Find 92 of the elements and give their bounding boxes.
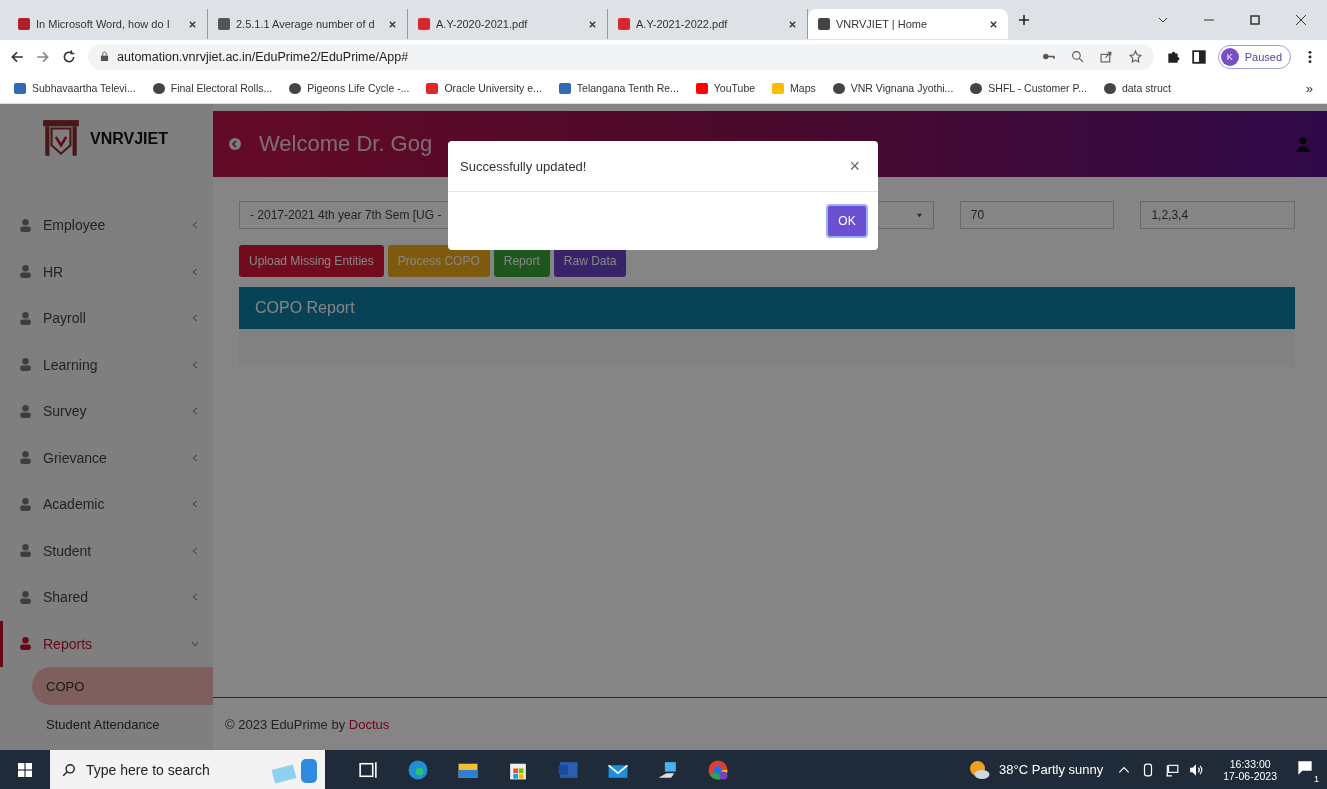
- weather-icon: [967, 758, 992, 781]
- menu-item-icon: [18, 403, 33, 419]
- menu-item-icon: [18, 636, 33, 652]
- speaker-icon[interactable]: [1189, 762, 1204, 777]
- bookmark-favicon-icon: [1103, 82, 1116, 94]
- sidebar-item[interactable]: Employee: [0, 202, 213, 249]
- windows-start-icon[interactable]: [18, 762, 32, 777]
- bookmark-favicon-icon: [832, 82, 845, 94]
- notification-icon: [1297, 759, 1313, 776]
- tab-favicon-icon: [418, 18, 430, 30]
- bookmark-favicon-icon: [426, 82, 439, 94]
- bookmark[interactable]: Maps: [772, 82, 816, 94]
- network-icon[interactable]: [1165, 762, 1180, 777]
- profile-avatar: K: [1220, 47, 1239, 66]
- sidebar-item[interactable]: HR: [0, 248, 213, 295]
- dialog-message: Successfully updated!: [460, 158, 587, 174]
- new-tab-icon[interactable]: [1018, 14, 1030, 26]
- tab-favicon-icon: [218, 18, 230, 30]
- bookmark[interactable]: Pigeons Life Cycle -...: [289, 82, 410, 94]
- puzzle-icon[interactable]: [1165, 49, 1180, 64]
- share-icon[interactable]: [1099, 50, 1113, 63]
- menu-item-icon: [18, 357, 33, 373]
- bookmark-favicon-icon: [152, 82, 165, 94]
- close-button[interactable]: ×: [843, 154, 866, 178]
- bookmark-favicon-icon: [289, 82, 302, 94]
- tab-favicon-icon: [618, 18, 630, 30]
- close-icon[interactable]: [989, 19, 998, 29]
- welcome-title: Welcome Dr. Gog: [259, 131, 433, 157]
- bookmark[interactable]: Subhavaartha Televi...: [14, 82, 136, 94]
- browser-tab[interactable]: A.Y-2020-2021.pdf: [408, 9, 608, 39]
- bookmark[interactable]: Telangana Tenth Re...: [558, 82, 679, 94]
- lock-icon: [100, 51, 109, 62]
- input-field[interactable]: 70: [959, 201, 1115, 229]
- bookmark[interactable]: Final Electoral Rolls...: [152, 82, 273, 94]
- chrome-icon[interactable]: [707, 758, 729, 781]
- restore-icon[interactable]: [1249, 14, 1261, 26]
- brand-name: VNRVJIET: [90, 130, 168, 148]
- submenu-item[interactable]: Student Attendance: [32, 705, 213, 743]
- panel-title: COPO Report: [239, 287, 1295, 329]
- taskbar-search-field[interactable]: Type here to search: [50, 750, 325, 789]
- search-icon: [62, 762, 76, 777]
- menu-item-icon: [18, 543, 33, 559]
- side-panel-icon[interactable]: [1191, 49, 1206, 64]
- weather-text[interactable]: 38°C Partly sunny: [999, 762, 1104, 777]
- bookmark-favicon-icon: [558, 82, 571, 94]
- sidebar-item[interactable]: Grievance: [0, 434, 213, 481]
- input-field[interactable]: 1,2,3,4: [1140, 201, 1295, 229]
- browser-tab[interactable]: VNRVJIET | Home: [808, 9, 1008, 39]
- close-icon[interactable]: [388, 19, 397, 29]
- sidebar-item[interactable]: Survey: [0, 388, 213, 435]
- bookmark-favicon-icon: [695, 82, 708, 94]
- browser-tab[interactable]: In Microsoft Word, how do I: [8, 9, 208, 39]
- close-icon[interactable]: [188, 19, 197, 29]
- bookmark[interactable]: data struct: [1103, 82, 1171, 94]
- reload-icon[interactable]: [62, 49, 76, 64]
- caret-icon: [915, 211, 923, 219]
- sidebar-item[interactable]: Academic: [0, 481, 213, 528]
- tab-favicon-icon: [18, 18, 30, 30]
- bookmark[interactable]: Oracle University e...: [426, 82, 542, 94]
- collapse-icon[interactable]: [229, 138, 241, 150]
- notification-button[interactable]: 1: [1297, 759, 1317, 780]
- sidebar-item[interactable]: Shared: [0, 574, 213, 621]
- bookmark[interactable]: YouTube: [695, 82, 756, 94]
- menu-item-icon: [18, 310, 33, 326]
- close-icon[interactable]: [1295, 14, 1307, 26]
- close-icon[interactable]: [588, 19, 597, 29]
- back-icon[interactable]: [10, 49, 24, 64]
- address-bar[interactable]: automation.vnrvjiet.ac.in/EduPrime2/EduPrime/App#: [88, 43, 1154, 70]
- bookmark-favicon-icon: [772, 82, 785, 94]
- bookmark-favicon-icon: [14, 82, 26, 94]
- more-bookmarks[interactable]: »: [1305, 80, 1313, 96]
- menu-item-icon: [18, 264, 33, 280]
- bookmark[interactable]: SHFL - Customer P...: [970, 82, 1087, 94]
- menu-item-icon: [18, 217, 33, 233]
- footer-text: © 2023 EduPrime by Doctus: [225, 716, 390, 732]
- bookmark-favicon-icon: [970, 82, 983, 94]
- bookmark[interactable]: VNR Vignana Jyothi...: [832, 82, 954, 94]
- tab-favicon-icon: [818, 18, 830, 30]
- close-icon[interactable]: [788, 19, 797, 29]
- zoom-icon[interactable]: [1070, 50, 1084, 63]
- menu-item-icon: [18, 450, 33, 466]
- menu-item-icon: [18, 589, 33, 605]
- browser-tab[interactable]: 2.5.1.1 Average number of d: [208, 9, 408, 39]
- sidebar-item[interactable]: Learning: [0, 341, 213, 388]
- footer-link[interactable]: Doctus: [348, 716, 390, 732]
- clock[interactable]: 16:33:00 17-06-2023: [1223, 757, 1277, 782]
- menu-item-icon: [18, 496, 33, 512]
- forward-icon[interactable]: [36, 49, 50, 64]
- sidebar-item[interactable]: Student: [0, 527, 213, 574]
- sidebar-item[interactable]: Payroll: [0, 295, 213, 342]
- ok-button[interactable]: OK: [826, 204, 868, 238]
- star-icon[interactable]: [1128, 50, 1142, 63]
